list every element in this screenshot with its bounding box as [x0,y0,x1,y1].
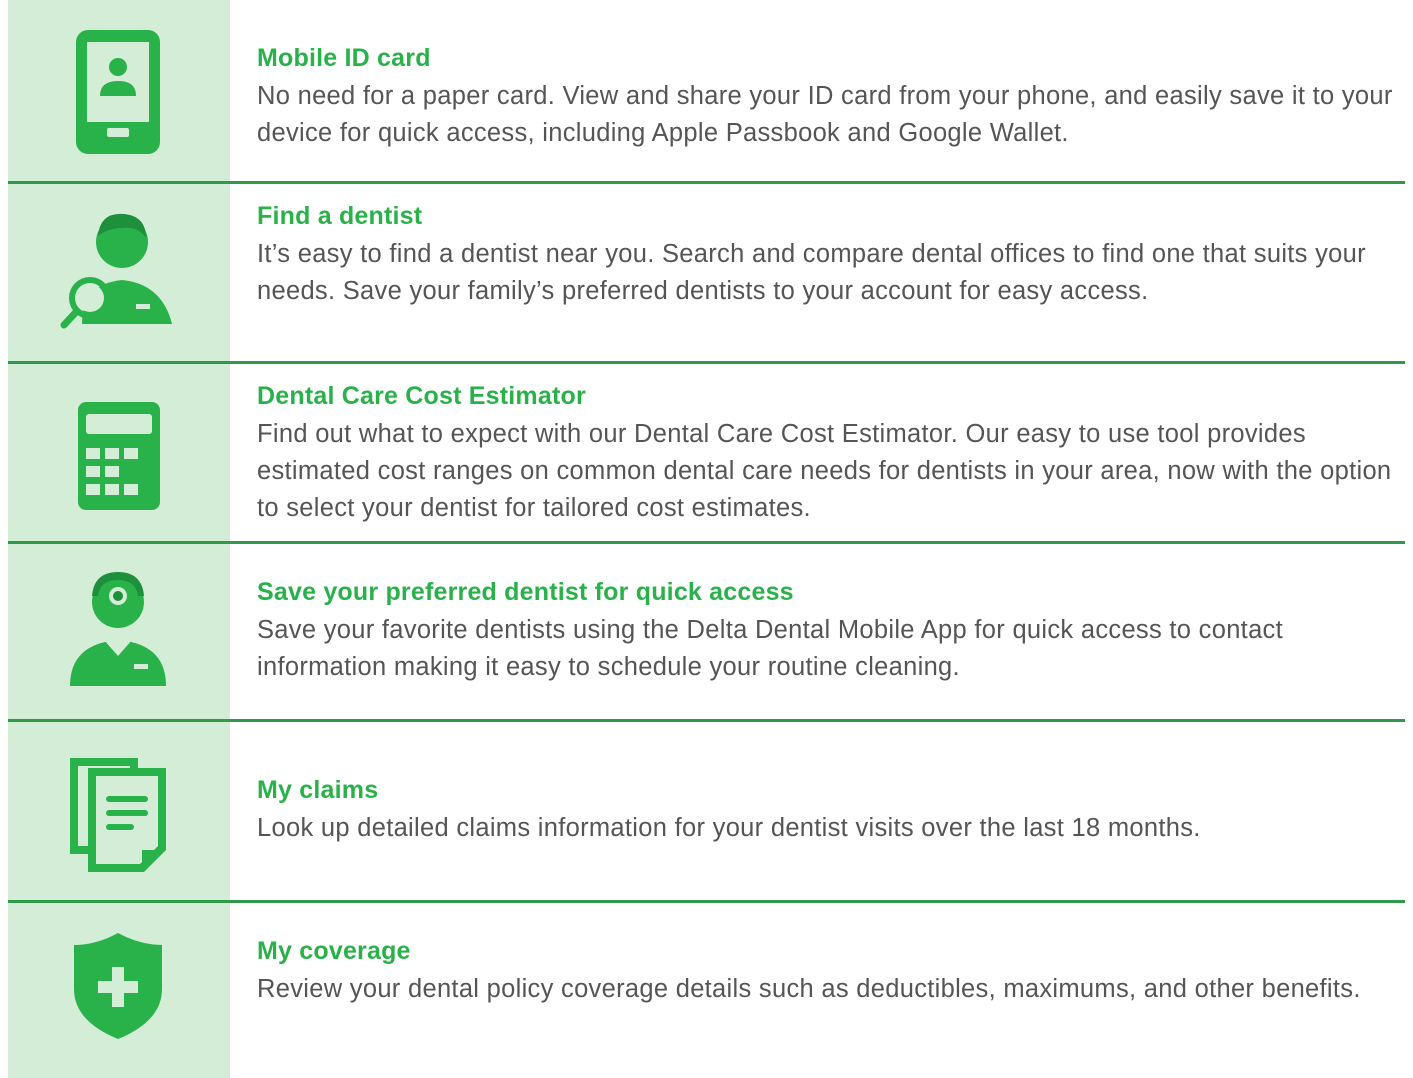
coverage-shield-icon [74,933,162,1039]
feature-row-mobile-id: Mobile ID card No need for a paper card.… [0,0,1413,183]
feature-title: Find a dentist [257,202,423,230]
feature-row-my-coverage: My coverage Review your dental policy co… [0,903,1413,1078]
feature-description: Look up detailed claims information for … [257,814,1201,842]
feature-description: Review your dental policy coverage detai… [257,975,1361,1003]
feature-title: Mobile ID card [257,44,431,72]
dentist-icon [70,572,166,686]
feature-description: No need for a paper card. View and share… [257,82,1393,147]
icon-panel [8,364,230,541]
feature-list: Mobile ID card No need for a paper card.… [0,0,1413,1078]
icon-panel [8,544,230,721]
claims-documents-icon [70,758,166,872]
feature-description: It’s easy to find a dentist near you. Se… [257,240,1366,305]
feature-title: My coverage [257,937,411,965]
icon-panel [8,903,230,1078]
feature-description: Save your favorite dentists using the De… [257,616,1283,681]
icon-panel [8,184,230,361]
feature-row-find-dentist: Find a dentist It’s easy to find a denti… [0,184,1413,361]
feature-title: Dental Care Cost Estimator [257,382,586,410]
feature-row-my-claims: My claims Look up detailed claims inform… [0,722,1413,901]
feature-title: My claims [257,776,379,804]
feature-description: Find out what to expect with our Dental … [257,420,1392,522]
feature-row-preferred-dentist: Save your preferred dentist for quick ac… [0,544,1413,721]
icon-panel [8,0,230,183]
feature-title: Save your preferred dentist for quick ac… [257,578,794,606]
feature-row-cost-estimator: Dental Care Cost Estimator Find out what… [0,364,1413,541]
icon-panel [8,722,230,901]
mobile-id-card-icon [76,30,160,154]
find-dentist-icon [60,213,172,329]
calculator-icon [78,402,160,510]
